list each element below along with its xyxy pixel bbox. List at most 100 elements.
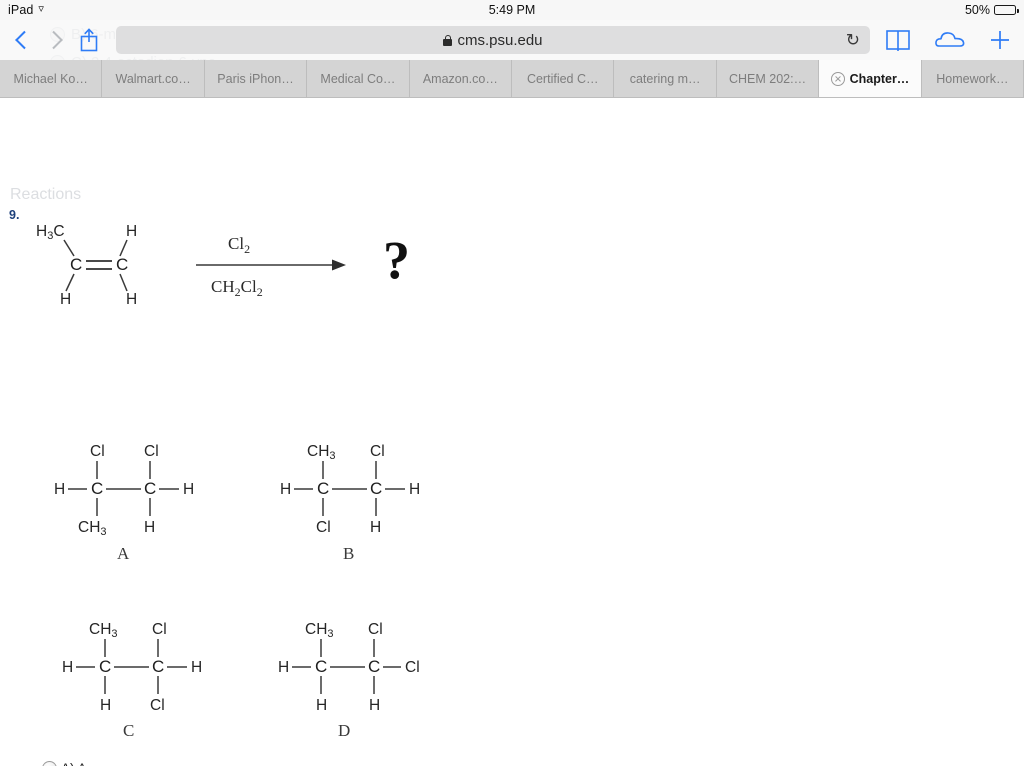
device-name: iPad	[8, 3, 34, 17]
structure-B-right-label: H	[409, 481, 420, 498]
structure-D-top-left-label: CH3	[305, 621, 334, 640]
structure-D-left-label: H	[278, 659, 289, 676]
browser-tab[interactable]: Paris iPhon…	[204, 60, 308, 97]
plus-icon[interactable]	[988, 28, 1012, 52]
browser-tab[interactable]: Michael Ko…	[0, 60, 103, 97]
radio-button[interactable]	[42, 761, 57, 766]
structure-C-bottom-left-label: H	[100, 697, 111, 714]
structure-D-bottom-left-label: H	[316, 697, 327, 714]
answer-option-label: A) A	[61, 761, 87, 766]
structure-D-label: D	[338, 721, 351, 740]
structure-B-bottom-right-label: H	[370, 519, 381, 536]
tab-label: Michael Ko…	[13, 71, 88, 86]
structure-C-right-label: H	[191, 659, 202, 676]
tab-label: CHEM 202:…	[728, 71, 807, 86]
back-button[interactable]	[12, 26, 34, 54]
browser-tab[interactable]: Homework…	[921, 60, 1024, 97]
browser-tab[interactable]: catering m…	[614, 60, 717, 97]
ghost-heading-reactions: Reactions	[10, 186, 82, 203]
reactant-top-left-label: H3C	[36, 223, 65, 242]
tab-label: Amazon.co…	[422, 71, 498, 86]
tab-label: Chapter…	[849, 71, 910, 86]
structure-A-left-label: H	[54, 481, 65, 498]
reactant-bottom-right-label: H	[126, 291, 137, 308]
answer-option-row[interactable]: A) A	[42, 761, 89, 766]
structure-A: Cl Cl H C C H CH3 H	[48, 438, 233, 538]
wifi-icon: ▿	[38, 2, 44, 15]
structure-A-top-right-label: Cl	[144, 443, 159, 460]
url-text: cms.psu.edu	[457, 31, 543, 49]
answer-options-group: A) AB) BC) CD) D	[42, 761, 89, 766]
browser-tab[interactable]: Walmart.co…	[102, 60, 205, 97]
question-number: 9.	[9, 208, 20, 222]
reaction-scheme: H3C H C C H H Cl2 CH2Cl2 ?	[28, 216, 448, 311]
structure-A-top-left-label: Cl	[90, 443, 105, 460]
browser-tab[interactable]: Amazon.co…	[409, 60, 513, 97]
browser-tab-active[interactable]: Chapter…	[819, 60, 922, 97]
url-bar[interactable]: cms.psu.edu ↻	[116, 26, 870, 54]
reactant-carbon-right: C	[116, 255, 128, 274]
reactant-top-right-label: H	[126, 223, 137, 240]
structure-C-carbon-right: C	[152, 657, 164, 676]
structure-C-bottom-right-label: Cl	[150, 697, 165, 714]
book-icon[interactable]	[884, 28, 912, 52]
tab-label: Certified C…	[526, 71, 599, 86]
tab-label: Walmart.co…	[115, 71, 191, 86]
structure-B-label: B	[343, 544, 355, 563]
unknown-product-label: ?	[383, 230, 410, 290]
structure-A-right-label: H	[183, 481, 194, 498]
structure-D-carbon-right: C	[368, 657, 380, 676]
ios-status-bar: iPad ▿ 5:49 PM 50%	[0, 0, 1024, 20]
structure-B-carbon-right: C	[370, 479, 382, 498]
structure-C-label: C	[123, 721, 135, 740]
structure-B-top-right-label: Cl	[370, 443, 385, 460]
battery-percent-label: 50%	[964, 3, 990, 17]
structure-C-top-right-label: Cl	[152, 621, 167, 638]
structure-A-bottom-right-label: H	[144, 519, 155, 536]
tab-close-icon[interactable]	[830, 71, 845, 86]
structure-B-bottom-left-label: Cl	[316, 519, 331, 536]
browser-tab[interactable]: Medical Co…	[307, 60, 410, 97]
structure-B-left-label: H	[280, 481, 291, 498]
structure-C: CH3 Cl H C C H H Cl	[56, 616, 241, 716]
structure-B-top-left-label: CH3	[307, 443, 336, 462]
browser-toolbar: cms.psu.edu ↻	[0, 20, 1024, 60]
navigation-buttons	[12, 26, 102, 54]
status-bar-right: 50%	[964, 3, 1019, 17]
structure-D-right-label: Cl	[405, 659, 420, 676]
structure-A-label: A	[117, 544, 130, 563]
status-bar-left: iPad ▿	[8, 3, 44, 17]
status-bar-clock: 5:49 PM	[488, 3, 536, 17]
tab-label: Homework…	[936, 71, 1009, 86]
tab-label: catering m…	[629, 71, 701, 86]
reactant-bottom-left-label: H	[60, 291, 71, 308]
forward-button	[44, 26, 66, 54]
structure-B: CH3 Cl H C C H Cl H	[274, 438, 459, 538]
reload-icon[interactable]: ↻	[846, 32, 860, 49]
tab-bar: Michael Ko… Walmart.co… Paris iPhon… Medica…	[0, 60, 1024, 98]
structure-D-carbon-left: C	[315, 657, 327, 676]
tab-label: Paris iPhon…	[217, 71, 294, 86]
structure-D: CH3 Cl H C C Cl H H	[272, 616, 462, 716]
structure-C-top-left-label: CH3	[89, 621, 118, 640]
toolbar-right-buttons	[884, 28, 1012, 52]
tab-label: Medical Co…	[320, 71, 396, 86]
structure-C-carbon-left: C	[99, 657, 111, 676]
reaction-svg: H3C H C C H H Cl2 CH2Cl2 ?	[36, 223, 410, 308]
structure-B-carbon-left: C	[317, 479, 329, 498]
structure-A-bottom-left-label: CH3	[78, 519, 107, 538]
structure-A-carbon-left: C	[91, 479, 103, 498]
cloud-icon[interactable]	[934, 29, 966, 51]
reactant-carbon-left: C	[70, 255, 82, 274]
solvent-label: CH2Cl2	[211, 277, 263, 299]
share-icon[interactable]	[76, 26, 102, 54]
browser-tab[interactable]: Certified C…	[512, 60, 615, 97]
lock-icon	[443, 34, 453, 46]
structure-C-left-label: H	[62, 659, 73, 676]
page-content: Reactions 9. H3C H C C H H Cl2 CH2Cl2 ? …	[0, 98, 1024, 766]
browser-tab[interactable]: CHEM 202:…	[716, 60, 820, 97]
structure-D-top-right-label: Cl	[368, 621, 383, 638]
structure-D-bottom-right-label: H	[369, 697, 380, 714]
reagent-label: Cl2	[228, 234, 250, 256]
url-content: cms.psu.edu	[443, 31, 543, 49]
